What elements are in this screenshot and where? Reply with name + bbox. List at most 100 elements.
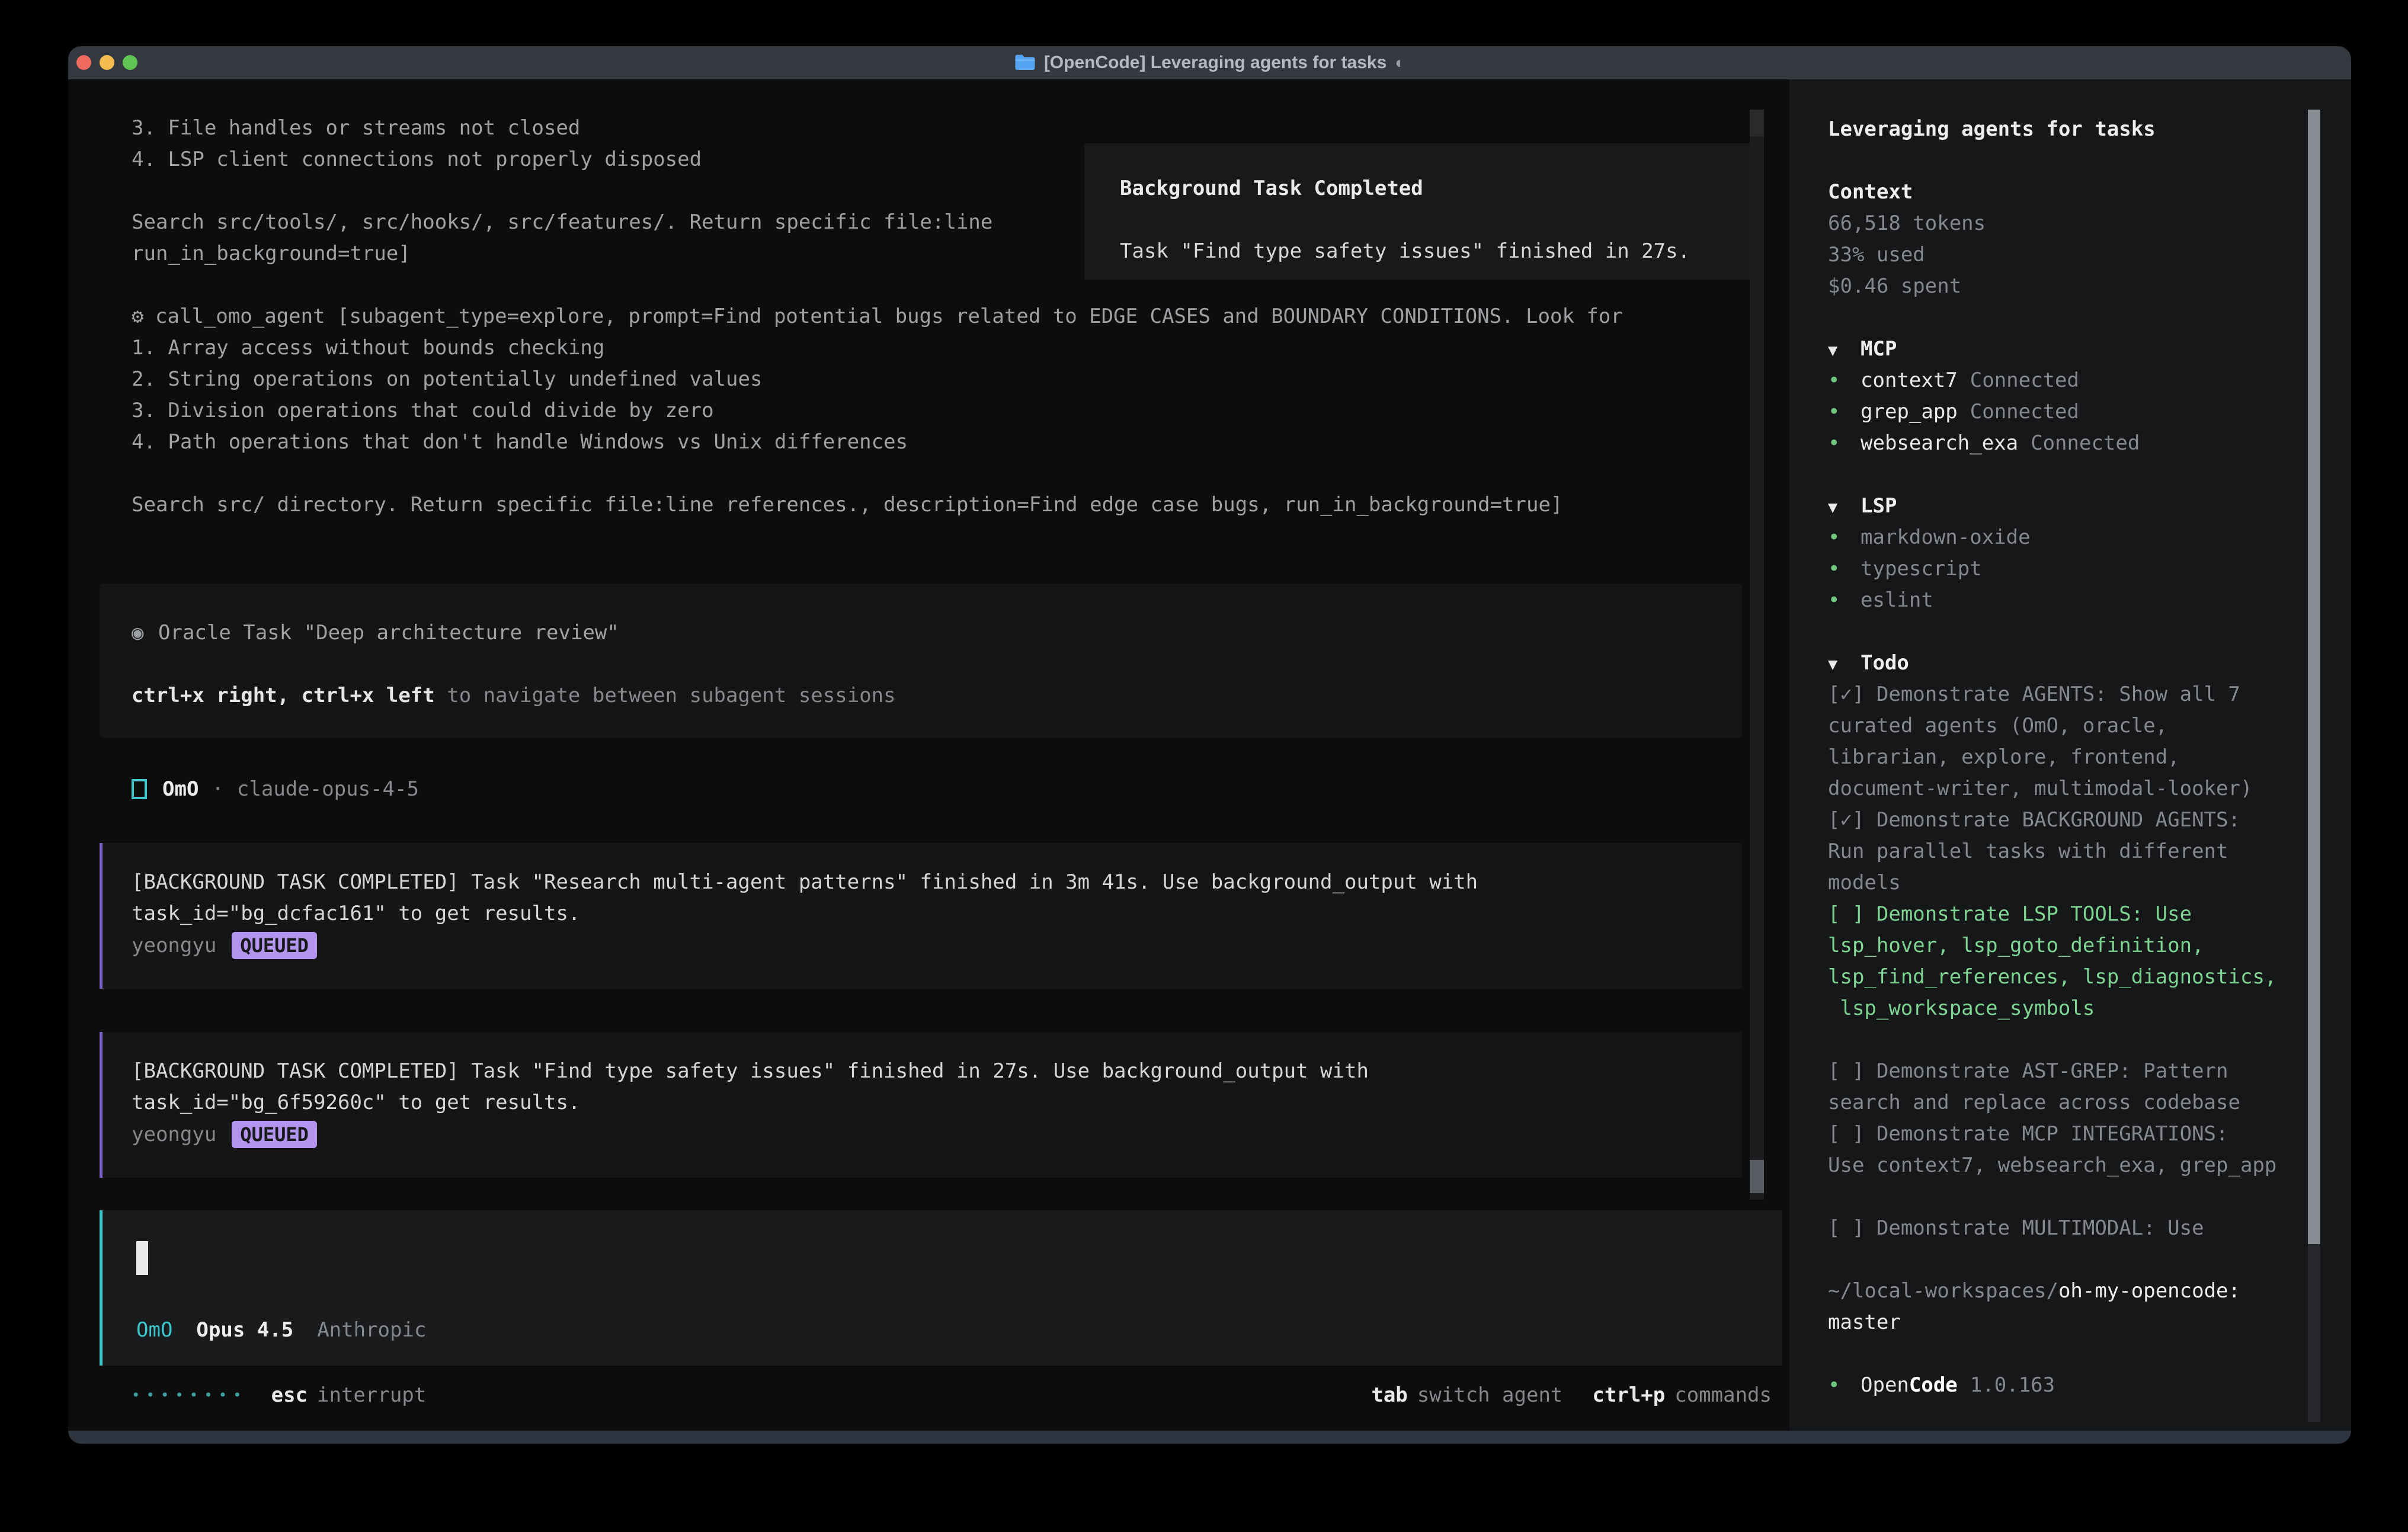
- workspace-path: ~/local-workspaces/oh-my-opencode:: [1828, 1275, 2301, 1307]
- task-message-line: task_id="bg_6f59260c" to get results.: [132, 1087, 1742, 1118]
- hint-text: to navigate between subagent sessions: [435, 684, 896, 707]
- context-used: 33% used: [1828, 239, 2301, 271]
- main-scrollbar-track[interactable]: [1750, 110, 1764, 1200]
- terminal-main-pane: 3. File handles or streams not closed 4.…: [68, 79, 1789, 1431]
- terminal-line: 3. Division operations that could divide…: [132, 395, 1623, 427]
- context-header: Context: [1828, 177, 2301, 208]
- todo-line: lsp_find_references, lsp_diagnostics,: [1828, 961, 2301, 993]
- task-message-line: [BACKGROUND TASK COMPLETED] Task "Find t…: [132, 1056, 1742, 1087]
- todo-line: lsp_workspace_symbols: [1828, 993, 2301, 1024]
- chevron-down-icon: ▼: [1828, 649, 1861, 680]
- mcp-item: •websearch_exaConnected: [1828, 428, 2301, 459]
- todo-line: search and replace across codebase: [1828, 1087, 2301, 1118]
- close-button[interactable]: [76, 55, 91, 70]
- background-task-toast: Background Task Completed Task "Find typ…: [1084, 143, 1757, 280]
- session-title: Leveraging agents for tasks: [1828, 114, 2301, 145]
- input-provider-name: Anthropic: [317, 1315, 426, 1346]
- ctrlp-key-label: commands: [1674, 1383, 1772, 1407]
- prompt-input[interactable]: OmO Opus 4.5 Anthropic: [100, 1210, 1782, 1366]
- todo-line: [1828, 1024, 2301, 1056]
- bullet-icon: •: [1828, 522, 1861, 553]
- agent-checkbox-icon: [132, 779, 147, 799]
- chevron-down-icon: ▼: [1828, 335, 1861, 366]
- window-title: [OpenCode] Leveraging agents for tasks ◐: [1014, 53, 1405, 73]
- mcp-item: •context7Connected: [1828, 365, 2301, 396]
- gear-icon: ⚙: [132, 301, 155, 332]
- oracle-task-line: ◉Oracle Task "Deep architecture review": [132, 617, 1742, 649]
- input-footer: OmO Opus 4.5 Anthropic: [136, 1315, 426, 1346]
- todo-section-header[interactable]: ▼Todo: [1828, 648, 2301, 679]
- todo-line: Run parallel tasks with different: [1828, 836, 2301, 867]
- text-cursor: [136, 1241, 148, 1275]
- title-bar: [OpenCode] Leveraging agents for tasks ◐: [68, 46, 2351, 79]
- terminal-line: Search src/ directory. Return specific f…: [132, 489, 1623, 521]
- window-controls: [76, 55, 137, 70]
- status-badge: QUEUED: [232, 932, 317, 959]
- terminal-line: 3. File handles or streams not closed: [132, 113, 1623, 144]
- bullet-icon: •: [1828, 396, 1861, 428]
- todo-line: [1828, 1181, 2301, 1213]
- todo-line: librarian, explore, frontend,: [1828, 742, 2301, 773]
- tab-key-hint: tab: [1371, 1383, 1407, 1407]
- todo-line: [ ] Demonstrate LSP TOOLS: Use: [1828, 899, 2301, 930]
- task-user: yeongyu: [132, 934, 216, 957]
- input-agent-name: OmO: [136, 1315, 172, 1346]
- hint-keys: ctrl+x right, ctrl+x left: [132, 684, 435, 707]
- background-task-message: [BACKGROUND TASK COMPLETED] Task "Resear…: [100, 843, 1742, 989]
- terminal-line: 1. Array access without bounds checking: [132, 332, 1623, 364]
- task-message-line: task_id="bg_dcfac161" to get results.: [132, 898, 1742, 930]
- todo-line: [✓] Demonstrate BACKGROUND AGENTS:: [1828, 805, 2301, 836]
- window-bottom-edge: [68, 1431, 2351, 1444]
- oracle-task-card: ◉Oracle Task "Deep architecture review" …: [100, 584, 1742, 738]
- version-line: •OpenCode1.0.163: [1828, 1370, 2301, 1401]
- todo-line: [ ] Demonstrate AST-GREP: Pattern: [1828, 1056, 2301, 1087]
- esc-key-label: interrupt: [317, 1383, 426, 1407]
- todo-line: [✓] Demonstrate AGENTS: Show all 7: [1828, 679, 2301, 710]
- session-loading-icon: ◐: [1395, 53, 1405, 72]
- app-window: [OpenCode] Leveraging agents for tasks ◐…: [68, 46, 2351, 1444]
- tool-call-text: call_omo_agent [subagent_type=explore, p…: [155, 305, 1623, 328]
- main-scrollbar-thumb[interactable]: [1750, 1160, 1764, 1193]
- todo-line: models: [1828, 867, 2301, 899]
- window-title-text: [OpenCode] Leveraging agents for tasks: [1044, 53, 1386, 73]
- lsp-item: •typescript: [1828, 553, 2301, 585]
- todo-line: Use context7, websearch_exa, grep_app: [1828, 1150, 2301, 1181]
- oracle-task-text: Oracle Task "Deep architecture review": [158, 621, 619, 645]
- lsp-item: •markdown-oxide: [1828, 522, 2301, 553]
- todo-line: [ ] Demonstrate MCP INTEGRATIONS:: [1828, 1118, 2301, 1150]
- bullet-icon: •: [1828, 553, 1861, 585]
- zoom-button[interactable]: [123, 55, 137, 70]
- toast-body: Task "Find type safety issues" finished …: [1120, 236, 1754, 267]
- record-icon: ◉: [132, 617, 158, 649]
- task-message-line: [BACKGROUND TASK COMPLETED] Task "Resear…: [132, 867, 1742, 898]
- bullet-icon: •: [1828, 365, 1861, 396]
- session-sidebar: Leveraging agents for tasks Context 66,5…: [1789, 79, 2351, 1431]
- input-model-name: Opus 4.5: [196, 1315, 293, 1346]
- todo-line: document-writer, multimodal-looker): [1828, 773, 2301, 805]
- mcp-section-header[interactable]: ▼MCP: [1828, 334, 2301, 365]
- separator-dot: ·: [212, 777, 223, 801]
- agent-name: OmO: [162, 777, 198, 801]
- task-user: yeongyu: [132, 1123, 216, 1146]
- terminal-line: 2. String operations on potentially unde…: [132, 364, 1623, 395]
- chevron-down-icon: ▼: [1828, 492, 1861, 523]
- main-scrollbar-segment[interactable]: [1750, 110, 1764, 136]
- context-spent: $0.46 spent: [1828, 271, 2301, 302]
- bullet-icon: •: [1828, 585, 1861, 616]
- spinner-dots-icon: ••••••••: [132, 1387, 248, 1403]
- sidebar-scrollbar-thumb[interactable]: [2308, 110, 2320, 1244]
- toast-title: Background Task Completed: [1120, 173, 1754, 204]
- tool-call-line: ⚙call_omo_agent [subagent_type=explore, …: [132, 301, 1623, 332]
- background-task-message: [BACKGROUND TASK COMPLETED] Task "Find t…: [100, 1032, 1742, 1178]
- tab-key-label: switch agent: [1417, 1383, 1563, 1407]
- minimize-button[interactable]: [100, 55, 114, 70]
- todo-line: lsp_hover, lsp_goto_definition,: [1828, 930, 2301, 961]
- context-tokens: 66,518 tokens: [1828, 208, 2301, 239]
- status-bar: •••••••• esc interrupt tab switch agent …: [132, 1379, 1772, 1411]
- lsp-item: •eslint: [1828, 585, 2301, 616]
- todo-line: [ ] Demonstrate MULTIMODAL: Use: [1828, 1213, 2301, 1244]
- ctrlp-key-hint: ctrl+p: [1592, 1383, 1665, 1407]
- lsp-section-header[interactable]: ▼LSP: [1828, 491, 2301, 522]
- folder-icon: [1014, 54, 1036, 72]
- terminal-line: 4. Path operations that don't handle Win…: [132, 427, 1623, 458]
